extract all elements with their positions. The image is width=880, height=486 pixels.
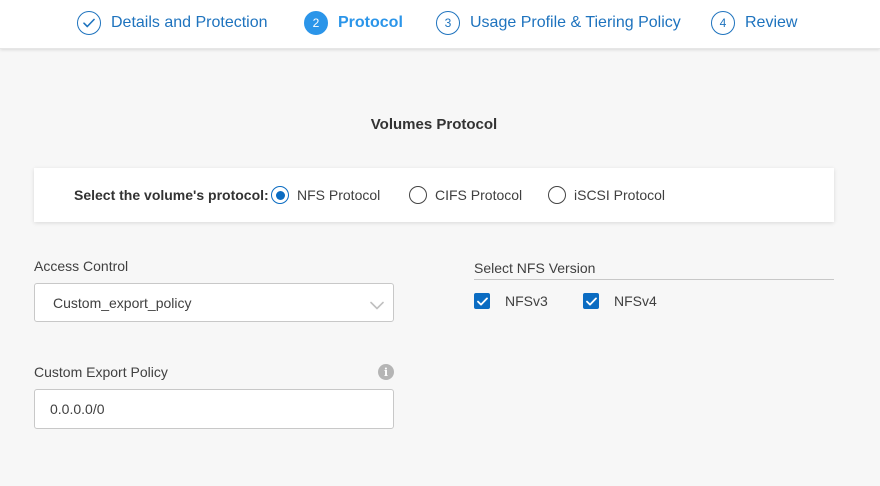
step-details-and-protection[interactable]: Details and Protection: [77, 10, 268, 36]
info-icon[interactable]: i: [378, 364, 394, 380]
radio-label: iSCSI Protocol: [574, 187, 666, 203]
custom-export-policy-input[interactable]: [34, 389, 394, 429]
checkbox-label: NFSv3: [505, 293, 548, 309]
checkbox-label: NFSv4: [614, 293, 657, 309]
radio-unchecked-icon: [409, 186, 427, 204]
step-number: 2: [304, 11, 328, 35]
checkbox-checked-icon: [474, 293, 490, 309]
step-review[interactable]: 4 Review: [711, 10, 797, 36]
checkbox-nfsv4[interactable]: NFSv4: [583, 293, 657, 309]
custom-export-policy-label: Custom Export Policy: [34, 364, 168, 380]
step-label: Details and Protection: [111, 14, 268, 31]
step-usage-profile[interactable]: 3 Usage Profile & Tiering Policy: [436, 10, 681, 36]
radio-label: CIFS Protocol: [435, 187, 523, 203]
page-title: Volumes Protocol: [370, 116, 498, 133]
radio-cifs-protocol[interactable]: CIFS Protocol: [409, 186, 522, 204]
radio-unchecked-icon: [548, 186, 566, 204]
step-label: Review: [745, 14, 798, 31]
step-label: Usage Profile & Tiering Policy: [470, 14, 681, 31]
step-label: Protocol: [338, 14, 403, 31]
protocol-card: Select the volume's protocol: NFS Protoc…: [34, 168, 834, 222]
check-icon: [77, 11, 101, 35]
checkbox-nfsv3[interactable]: NFSv3: [474, 293, 548, 309]
step-number: 4: [711, 11, 735, 35]
access-control-select[interactable]: Custom_export_policy: [34, 283, 394, 322]
access-control-label: Access Control: [34, 258, 129, 274]
radio-nfs-protocol[interactable]: NFS Protocol: [271, 186, 380, 204]
step-number: 3: [436, 11, 460, 35]
checkbox-checked-icon: [583, 293, 599, 309]
nfs-version-label: Select NFS Version: [474, 260, 596, 276]
protocol-prompt: Select the volume's protocol:: [74, 187, 269, 203]
divider: [474, 279, 834, 280]
radio-iscsi-protocol[interactable]: iSCSI Protocol: [548, 186, 665, 204]
radio-label: NFS Protocol: [297, 187, 381, 203]
chevron-down-icon: [370, 297, 384, 315]
step-protocol[interactable]: 2 Protocol: [304, 10, 403, 36]
radio-checked-icon: [271, 186, 289, 204]
access-control-value: Custom_export_policy: [53, 295, 192, 311]
wizard-stepper: Details and Protection 2 Protocol 3 Usag…: [0, 0, 880, 49]
